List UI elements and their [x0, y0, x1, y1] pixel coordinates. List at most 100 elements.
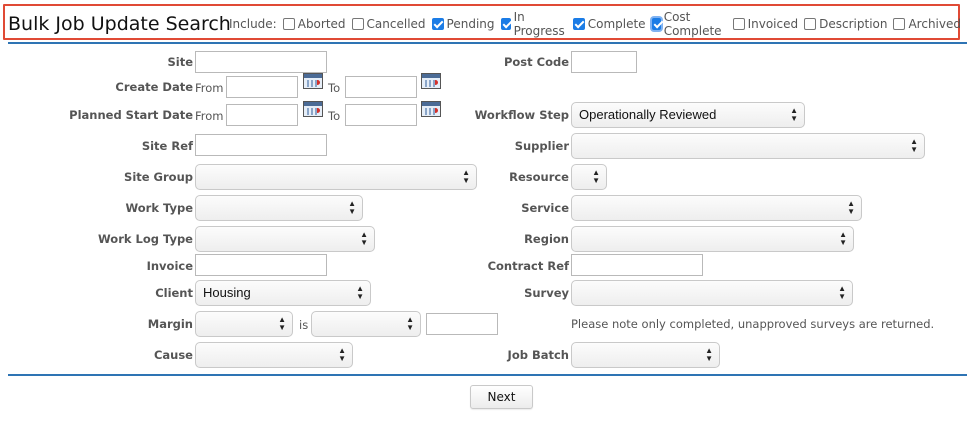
select-arrows-icon: ▲ ▼ [910, 137, 918, 154]
create-date-label: Create Date [115, 80, 193, 94]
cause-select[interactable]: ▲ ▼ [195, 342, 353, 368]
create-date-from-label: From [195, 81, 224, 95]
margin-label: Margin [147, 317, 193, 331]
workflow-step-label: Workflow Step [474, 108, 569, 122]
work-type-label: Work Type [125, 201, 193, 215]
site-group-select[interactable]: ▲ ▼ [195, 164, 477, 190]
contract-ref-label: Contract Ref [487, 259, 569, 273]
post-code-label: Post Code [503, 55, 569, 69]
invoiced-label: Invoiced [747, 17, 799, 31]
archived-label: Archived [908, 17, 961, 31]
contract-ref-input[interactable] [571, 254, 703, 276]
select-arrows-icon: ▲ ▼ [360, 230, 368, 247]
planned-start-to-label: To [328, 109, 341, 123]
filter-aborted[interactable]: Aborted [282, 17, 346, 31]
bottom-divider [8, 374, 967, 376]
select-arrows-icon: ▲ ▼ [790, 106, 798, 123]
select-arrows-icon: ▲ ▼ [592, 168, 600, 185]
archived-checkbox[interactable] [893, 18, 906, 30]
select-arrows-icon: ▲ ▼ [356, 284, 364, 301]
work-type-select[interactable]: ▲ ▼ [195, 195, 363, 221]
cost-complete-checkbox[interactable] [651, 18, 661, 30]
select-arrows-icon: ▲ ▼ [462, 168, 470, 185]
pending-label: Pending [446, 17, 495, 31]
survey-select[interactable]: ▲ ▼ [571, 280, 853, 306]
invoice-label: Invoice [146, 259, 193, 273]
select-arrows-icon: ▲ ▼ [839, 230, 847, 247]
page-title: Bulk Job Update Search [8, 13, 231, 35]
select-arrows-icon: ▲ ▼ [847, 199, 855, 216]
region-select[interactable]: ▲ ▼ [571, 226, 854, 252]
margin-value-input[interactable] [426, 313, 498, 335]
create-date-from-input[interactable] [226, 76, 298, 98]
workflow-step-select[interactable]: Operationally Reviewed ▲ ▼ [571, 102, 805, 128]
invoice-input[interactable] [195, 254, 327, 276]
client-select[interactable]: Housing ▲ ▼ [195, 280, 371, 306]
filter-complete[interactable]: Complete [572, 17, 646, 31]
resource-select[interactable]: ▲ ▼ [571, 164, 607, 190]
pending-checkbox[interactable] [431, 18, 444, 30]
site-ref-input[interactable] [195, 134, 327, 156]
next-button[interactable]: Next [470, 385, 533, 409]
planned-start-from-input[interactable] [226, 104, 298, 126]
filter-pending[interactable]: Pending [431, 17, 495, 31]
margin-field-select[interactable]: ▲ ▼ [195, 311, 293, 337]
site-input[interactable] [195, 51, 327, 73]
margin-is-label: is [299, 318, 309, 332]
filter-description[interactable]: Description [804, 17, 887, 31]
site-ref-label: Site Ref [141, 139, 193, 153]
client-label: Client [155, 286, 193, 300]
planned-start-from-label: From [195, 109, 224, 123]
create-date-to-input[interactable] [345, 76, 417, 98]
filter-archived[interactable]: Archived [893, 17, 961, 31]
supplier-label: Supplier [514, 139, 569, 153]
work-log-type-select[interactable]: ▲ ▼ [195, 226, 375, 252]
description-checkbox[interactable] [804, 18, 817, 30]
create-date-from-calendar-icon[interactable] [303, 73, 323, 89]
select-arrows-icon: ▲ ▼ [406, 315, 414, 332]
site-group-label: Site Group [124, 170, 193, 184]
work-log-type-label: Work Log Type [98, 232, 193, 246]
select-arrows-icon: ▲ ▼ [705, 346, 713, 363]
select-arrows-icon: ▲ ▼ [838, 284, 846, 301]
service-label: Service [521, 201, 569, 215]
planned-start-from-calendar-icon[interactable] [303, 101, 323, 117]
job-batch-label: Job Batch [507, 348, 569, 362]
filter-invoiced[interactable]: Invoiced [732, 17, 799, 31]
filter-cancelled[interactable]: Cancelled [351, 17, 426, 31]
workflow-step-value: Operationally Reviewed [579, 107, 717, 122]
invoiced-checkbox[interactable] [732, 18, 745, 30]
cause-label: Cause [153, 348, 193, 362]
top-divider [8, 42, 967, 44]
filter-in-progress[interactable]: In Progress [500, 10, 567, 38]
resource-label: Resource [509, 170, 569, 184]
select-arrows-icon: ▲ ▼ [278, 315, 286, 332]
supplier-select[interactable]: ▲ ▼ [571, 133, 925, 159]
planned-start-to-calendar-icon[interactable] [421, 101, 441, 117]
region-label: Region [524, 232, 569, 246]
cancelled-checkbox[interactable] [351, 18, 364, 30]
aborted-checkbox[interactable] [282, 18, 295, 30]
survey-note: Please note only completed, unapproved s… [571, 317, 935, 331]
complete-label: Complete [587, 17, 646, 31]
aborted-label: Aborted [297, 17, 346, 31]
cost-complete-label: Cost Complete [663, 10, 722, 38]
include-filters: Include: Aborted Cancelled Pending In Pr… [229, 10, 967, 38]
planned-start-to-input[interactable] [345, 104, 417, 126]
create-date-to-calendar-icon[interactable] [421, 73, 441, 89]
margin-operator-select[interactable]: ▲ ▼ [311, 311, 421, 337]
include-label: Include: [229, 17, 277, 31]
survey-label: Survey [524, 286, 569, 300]
select-arrows-icon: ▲ ▼ [348, 199, 356, 216]
complete-checkbox[interactable] [572, 18, 585, 30]
post-code-input[interactable] [571, 51, 637, 73]
job-batch-select[interactable]: ▲ ▼ [571, 342, 720, 368]
in-progress-checkbox[interactable] [500, 18, 511, 30]
description-label: Description [819, 17, 888, 31]
select-arrows-icon: ▲ ▼ [338, 346, 346, 363]
service-select[interactable]: ▲ ▼ [571, 195, 862, 221]
filter-cost-complete[interactable]: Cost Complete [651, 10, 727, 38]
site-label: Site [167, 55, 193, 69]
planned-start-date-label: Planned Start Date [69, 108, 193, 122]
client-value: Housing [203, 285, 251, 300]
